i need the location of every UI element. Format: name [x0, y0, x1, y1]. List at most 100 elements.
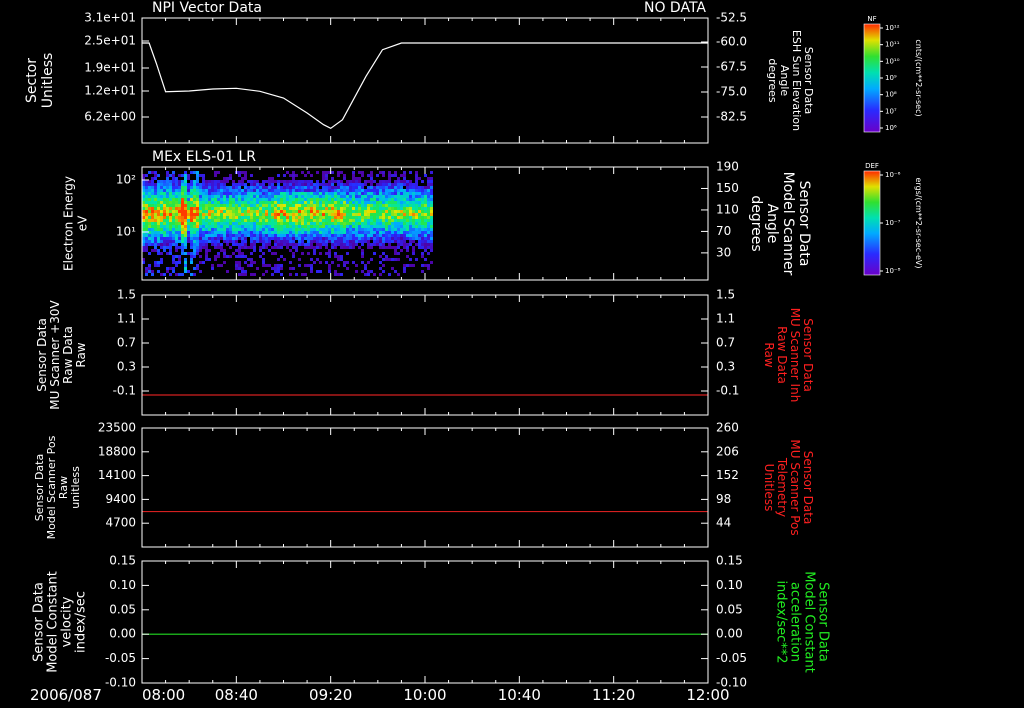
spectrogram-cell — [337, 180, 340, 183]
spectrogram-cell — [184, 177, 187, 180]
spectrogram-cell — [259, 198, 262, 201]
spectrogram-cell — [196, 249, 199, 252]
spectrogram-cell — [325, 252, 328, 255]
spectrogram-cell — [205, 237, 208, 240]
spectrogram-cell — [427, 198, 430, 201]
spectrogram-cell — [298, 204, 301, 207]
spectrogram-cell — [418, 222, 421, 225]
spectrogram-cell — [217, 240, 220, 243]
y-tick-label-left: 0.15 — [109, 554, 136, 568]
spectrogram-cell — [154, 261, 157, 264]
spectrogram-cell — [235, 186, 238, 189]
spectrogram-cell — [268, 195, 271, 198]
spectrogram-cell — [196, 219, 199, 222]
spectrogram-cell — [394, 270, 397, 273]
spectrogram-cell — [247, 213, 250, 216]
spectrogram-cell — [298, 219, 301, 222]
spectrogram-cell — [334, 189, 337, 192]
spectrogram-cell — [295, 243, 298, 246]
spectrogram-cell — [256, 231, 259, 234]
spectrogram-cell — [202, 180, 205, 183]
spectrogram-cell — [325, 207, 328, 210]
spectrogram-cell — [172, 210, 175, 213]
spectrogram-cell — [256, 192, 259, 195]
spectrogram-cell — [238, 219, 241, 222]
spectrogram-cell — [334, 240, 337, 243]
spectrogram-cell — [145, 225, 148, 228]
spectrogram-cell — [397, 228, 400, 231]
spectrogram-cell — [241, 225, 244, 228]
spectrogram-cell — [370, 180, 373, 183]
spectrogram-cell — [238, 192, 241, 195]
spectrogram-cell — [388, 171, 391, 174]
spectrogram-cell — [421, 252, 424, 255]
spectrogram-cell — [250, 222, 253, 225]
spectrogram-cell — [211, 267, 214, 270]
spectrogram-cell — [421, 198, 424, 201]
spectrogram-cell — [415, 177, 418, 180]
spectrogram-cell — [343, 195, 346, 198]
spectrogram-cell — [430, 192, 433, 195]
spectrogram-cell — [283, 237, 286, 240]
spectrogram-cell — [175, 273, 178, 276]
spectrogram-cell — [256, 237, 259, 240]
spectrogram-cell — [373, 228, 376, 231]
spectrogram-cell — [202, 261, 205, 264]
spectrogram-cell — [196, 231, 199, 234]
spectrogram-cell — [340, 243, 343, 246]
spectrogram-cell — [346, 198, 349, 201]
spectrogram-cell — [286, 216, 289, 219]
y-tick-label-right: 152 — [716, 468, 739, 482]
spectrogram-cell — [403, 189, 406, 192]
spectrogram-cell — [295, 198, 298, 201]
spectrogram-cell — [379, 237, 382, 240]
spectrogram-cell — [307, 186, 310, 189]
spectrogram-cell — [208, 222, 211, 225]
spectrogram-cell — [148, 192, 151, 195]
spectrogram-cell — [169, 198, 172, 201]
spectrogram-cell — [181, 192, 184, 195]
spectrogram-cell — [148, 240, 151, 243]
spectrogram-cell — [280, 273, 283, 276]
spectrogram-cell — [394, 237, 397, 240]
spectrogram-cell — [367, 225, 370, 228]
spectrogram-cell — [325, 219, 328, 222]
spectrogram-cell — [262, 228, 265, 231]
spectrogram-cell — [214, 192, 217, 195]
spectrogram-cell — [409, 195, 412, 198]
spectrogram-cell — [430, 201, 433, 204]
spectrogram-cell — [397, 201, 400, 204]
spectrogram-cell — [325, 189, 328, 192]
spectrogram-cell — [313, 201, 316, 204]
spectrogram-cell — [238, 261, 241, 264]
spectrogram-cell — [205, 180, 208, 183]
spectrogram-cell — [160, 219, 163, 222]
spectrogram-cell — [403, 264, 406, 267]
spectrogram-cell — [154, 234, 157, 237]
spectrogram-cell — [298, 222, 301, 225]
spectrogram-cell — [382, 186, 385, 189]
spectrogram-cell — [292, 204, 295, 207]
spectrogram-cell — [157, 216, 160, 219]
spectrogram-cell — [394, 195, 397, 198]
spectrogram-cell — [337, 213, 340, 216]
spectrogram-cell — [358, 180, 361, 183]
spectrogram-cell — [319, 240, 322, 243]
spectrogram-cell — [145, 201, 148, 204]
spectrogram-cell — [334, 246, 337, 249]
spectrogram-cell — [382, 231, 385, 234]
spectrogram-cell — [274, 219, 277, 222]
spectrogram-cell — [154, 171, 157, 174]
spectrogram-cell — [379, 201, 382, 204]
spectrogram-cell — [370, 201, 373, 204]
spectrogram-cell — [376, 210, 379, 213]
spectrogram-cell — [187, 177, 190, 180]
spectrogram-cell — [199, 240, 202, 243]
spectrogram-cell — [253, 240, 256, 243]
spectrogram-cell — [265, 270, 268, 273]
spectrogram-cell — [322, 240, 325, 243]
spectrogram-cell — [298, 210, 301, 213]
spectrogram-cell — [253, 273, 256, 276]
spectrogram-cell — [259, 222, 262, 225]
y-tick-label-right: 0.7 — [716, 336, 735, 350]
